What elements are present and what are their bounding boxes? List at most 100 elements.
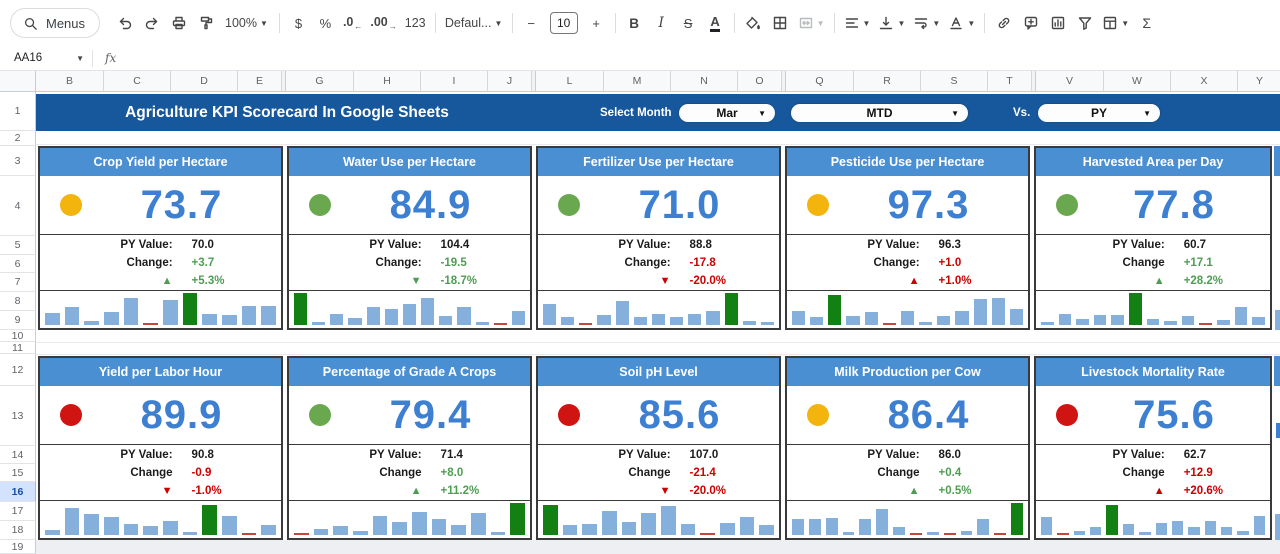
filter-button[interactable] — [1072, 9, 1097, 37]
row-header-6[interactable]: 6 — [0, 255, 36, 273]
name-box[interactable]: AA16 ▼ — [0, 52, 92, 64]
redo-button[interactable] — [139, 9, 164, 37]
column-header-X[interactable]: X — [1171, 71, 1238, 92]
row-header-3[interactable]: 3 — [0, 146, 36, 176]
functions-button[interactable]: Σ — [1134, 9, 1159, 37]
row-header-18[interactable]: 18 — [0, 521, 36, 540]
row-header-7[interactable]: 7 — [0, 273, 36, 292]
stat-line: Change:-17.8 — [538, 254, 779, 272]
text-rotation-button[interactable]: ▼ — [945, 9, 978, 37]
month-dropdown[interactable]: Mar▼ — [679, 104, 775, 122]
merge-cells-button[interactable]: ▼ — [795, 9, 828, 37]
chart-bar — [392, 522, 407, 535]
zoom-value: 100% — [225, 16, 257, 30]
decrease-decimal-button[interactable]: .0← — [340, 9, 365, 37]
print-button[interactable] — [166, 9, 191, 37]
row-header-1[interactable]: 1 — [0, 92, 36, 131]
chart-bar — [476, 322, 489, 325]
stat-label: Change — [1036, 467, 1165, 479]
column-header-N[interactable]: N — [671, 71, 738, 92]
row-header-14[interactable]: 14 — [0, 446, 36, 464]
font-name: Defaul... — [445, 16, 492, 30]
row-header-15[interactable]: 15 — [0, 464, 36, 482]
strikethrough-button[interactable]: S — [676, 9, 701, 37]
decrease-font-size-button[interactable]: − — [519, 9, 544, 37]
undo-button[interactable] — [112, 9, 137, 37]
column-header-B[interactable]: B — [36, 71, 104, 92]
column-header-M[interactable]: M — [604, 71, 671, 92]
column-header-O[interactable]: O — [738, 71, 782, 92]
text-color-button[interactable]: A — [703, 9, 728, 37]
insert-link-button[interactable] — [991, 9, 1016, 37]
zoom-selector[interactable]: 100%▼ — [220, 9, 273, 37]
stat-line: PY Value:96.3 — [787, 236, 1028, 254]
format-currency-button[interactable]: $ — [286, 9, 311, 37]
kpi-card: Harvested Area per Day77.8PY Value:60.7C… — [1034, 146, 1272, 330]
select-all-corner[interactable] — [0, 71, 36, 92]
column-header-S[interactable]: S — [921, 71, 988, 92]
row-header-16[interactable]: 16 — [0, 482, 36, 502]
kpi-value-row: 77.8 — [1036, 176, 1270, 234]
chart-bar — [634, 317, 647, 325]
row-header-2[interactable]: 2 — [0, 131, 36, 146]
stat-label: Change: — [538, 257, 671, 269]
font-size-input[interactable]: 10 — [550, 12, 578, 34]
trend-up-icon: ▲ — [1036, 485, 1165, 497]
increase-decimal-button[interactable]: .00→ — [367, 9, 399, 37]
menus-button[interactable]: Menus — [10, 8, 100, 38]
row-header-4[interactable]: 4 — [0, 176, 36, 236]
text-wrap-button[interactable]: ▼ — [910, 9, 943, 37]
column-header-L[interactable]: L — [536, 71, 604, 92]
chart-bar — [1041, 322, 1054, 325]
chart-bar — [681, 524, 696, 535]
column-header-D[interactable]: D — [171, 71, 238, 92]
row-header-8[interactable]: 8 — [0, 292, 36, 311]
column-header-T[interactable]: T — [988, 71, 1032, 92]
period-dropdown[interactable]: MTD▼ — [791, 104, 968, 122]
vertical-align-button[interactable]: ▼ — [875, 9, 908, 37]
row-header-17[interactable]: 17 — [0, 502, 36, 521]
column-header-E[interactable]: E — [238, 71, 282, 92]
horizontal-align-button[interactable]: ▼ — [841, 9, 874, 37]
comparison-dropdown[interactable]: PY▼ — [1038, 104, 1160, 122]
column-header-V[interactable]: V — [1036, 71, 1104, 92]
format-percent-button[interactable]: % — [313, 9, 338, 37]
column-header-G[interactable]: G — [286, 71, 354, 92]
increase-font-size-button[interactable]: + — [584, 9, 609, 37]
column-header-C[interactable]: C — [104, 71, 171, 92]
fill-color-button[interactable] — [741, 9, 766, 37]
chart-bar — [457, 307, 470, 325]
row-header-11[interactable]: 11 — [0, 342, 36, 354]
stat-line: PY Value:62.7 — [1036, 446, 1270, 464]
column-header-W[interactable]: W — [1104, 71, 1171, 92]
column-header-H[interactable]: H — [354, 71, 421, 92]
chart-bar — [843, 532, 855, 535]
bold-button[interactable]: B — [622, 9, 647, 37]
row-header-19[interactable]: 19 — [0, 540, 36, 554]
stat-line: ▲+0.5% — [787, 482, 1028, 500]
paint-format-button[interactable] — [193, 9, 218, 37]
column-header-Q[interactable]: Q — [786, 71, 854, 92]
row-header-9[interactable]: 9 — [0, 311, 36, 330]
toolbar: Menus 100%▼ $ % .0← .00→ 123 Defaul...▼ … — [0, 0, 1280, 46]
column-header-I[interactable]: I — [421, 71, 488, 92]
font-selector[interactable]: Defaul...▼ — [442, 9, 506, 37]
chart-bar — [261, 525, 276, 535]
insert-chart-button[interactable] — [1045, 9, 1070, 37]
more-formats-button[interactable]: 123 — [402, 9, 429, 37]
row-header-5[interactable]: 5 — [0, 236, 36, 255]
column-header-J[interactable]: J — [488, 71, 532, 92]
table-views-button[interactable]: ▼ — [1099, 9, 1132, 37]
row-header-12[interactable]: 12 — [0, 354, 36, 386]
column-header-R[interactable]: R — [854, 71, 921, 92]
period-dropdown-caret-icon: ▼ — [951, 109, 959, 118]
column-header-Y[interactable]: Y — [1238, 71, 1280, 92]
trend-up-icon: ▲ — [787, 485, 920, 497]
stat-line: PY Value:86.0 — [787, 446, 1028, 464]
borders-button[interactable] — [768, 9, 793, 37]
stat-line: Change+0.4 — [787, 464, 1028, 482]
row-header-13[interactable]: 13 — [0, 386, 36, 446]
row-header-10[interactable]: 10 — [0, 330, 36, 342]
insert-comment-button[interactable] — [1018, 9, 1043, 37]
italic-button[interactable]: I — [649, 9, 674, 37]
